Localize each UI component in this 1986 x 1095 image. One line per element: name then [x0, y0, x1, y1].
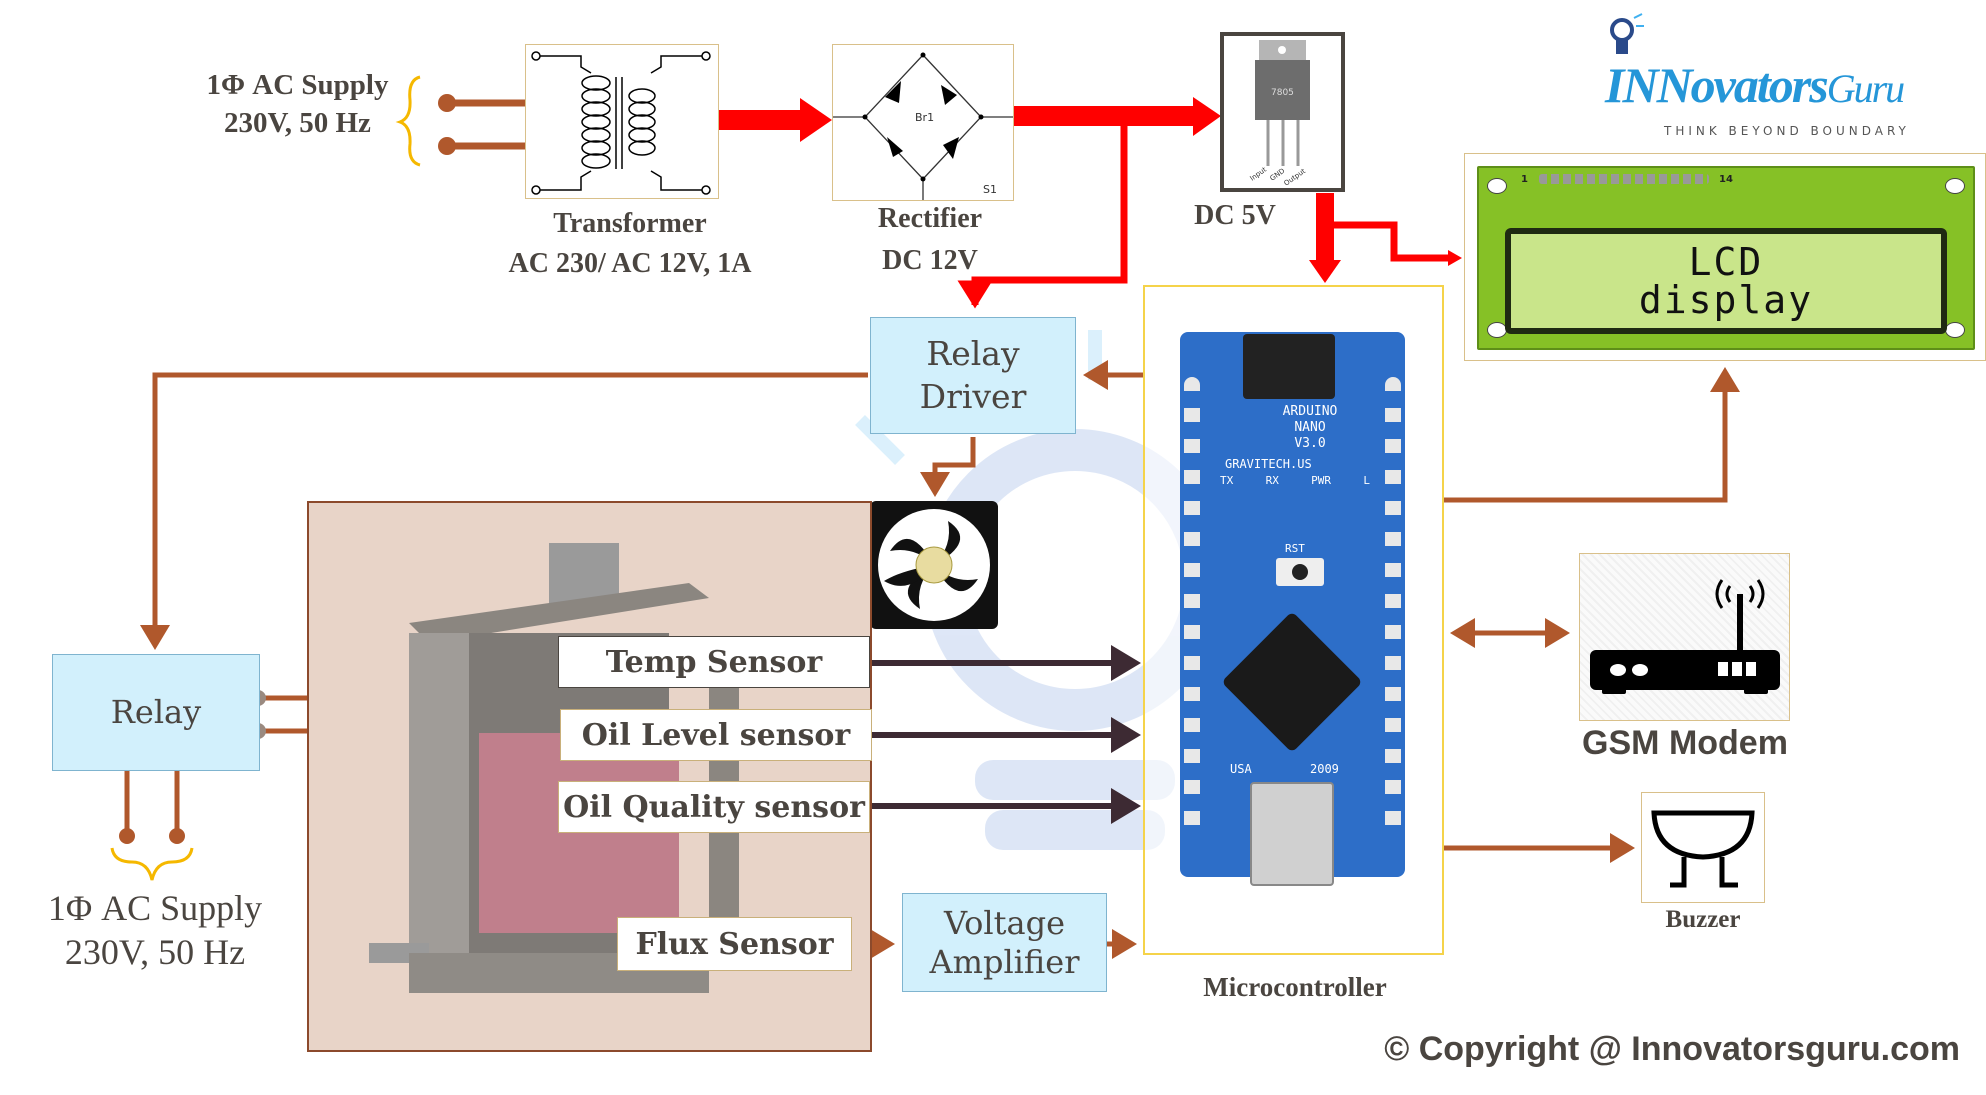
router-antenna-icon — [1590, 579, 1780, 694]
buzzer-icon — [1651, 810, 1755, 888]
led-label-l: L — [1363, 474, 1370, 487]
bridge-rectifier-icon: Br1 S1 — [833, 52, 1013, 200]
microcontroller-block[interactable]: ARDUINO NANO V3.0 GRAVITECH.US TX RX PWR… — [1143, 285, 1444, 955]
left-pin-row — [1184, 377, 1200, 837]
gsm-modem-block[interactable] — [1579, 553, 1790, 721]
logo-brand-first: INNovators — [1605, 57, 1829, 113]
transformer-label: Transformer AC 230/ AC 12V, 1A — [508, 208, 752, 279]
regulator-chip-icon: 7805 Input GND Output — [1249, 40, 1310, 188]
led-label-tx: TX — [1220, 474, 1234, 487]
transformer-block[interactable] — [525, 44, 719, 199]
relay-block[interactable]: Relay — [52, 654, 260, 771]
led-label-pwr: PWR — [1311, 474, 1332, 487]
lcd-mount-hole — [1487, 178, 1507, 194]
lcd-line-1: LCD — [1688, 240, 1764, 284]
led-label-rx: RX — [1265, 474, 1279, 487]
board-vendor: GRAVITECH.US — [1225, 457, 1312, 471]
ac-supply-top-label: 1Φ AC Supply 230V, 50 Hz — [206, 69, 389, 139]
svg-text:Input: Input — [1249, 166, 1269, 183]
lcd-screen: LCD display — [1511, 234, 1941, 328]
bulb-logo-icon — [1610, 13, 1644, 54]
rectifier-block[interactable]: Br1 S1 — [832, 44, 1014, 201]
lcd-mount-hole — [1487, 322, 1507, 338]
oil-quality-sensor-block[interactable]: Oil Quality sensor — [558, 781, 870, 833]
ac-supply-bottom-label: 1Φ AC Supply 230V, 50 Hz — [47, 888, 263, 972]
lcd-pin-header — [1539, 174, 1709, 184]
lcd-pin-start: 1 — [1521, 174, 1528, 185]
temp-sensor-block[interactable]: Temp Sensor — [558, 636, 870, 688]
voltage-regulator-block[interactable]: 7805 Input GND Output — [1220, 32, 1345, 192]
board-country: USA — [1230, 762, 1252, 776]
icsp-header — [1243, 334, 1335, 399]
transformer-symbol-icon — [531, 51, 711, 195]
microcontroller-label: Microcontroller — [1203, 972, 1387, 1002]
lcd-line-2: display — [1638, 278, 1814, 322]
reset-button[interactable] — [1276, 558, 1324, 586]
copyright-footer: © Copyright @ Innovatorsguru.com — [1384, 1030, 1960, 1068]
board-name-2: NANO — [1294, 420, 1326, 435]
board-year: 2009 — [1310, 762, 1339, 776]
brace-bottom-icon — [110, 847, 194, 881]
svg-text:7805: 7805 — [1271, 88, 1294, 98]
gsm-modem-label: GSM Modem — [1582, 724, 1788, 762]
board-name-1: ARDUINO — [1282, 404, 1338, 419]
rectifier-label: Rectifier DC 12V — [877, 203, 983, 276]
logo-tagline: THINK BEYOND BOUNDARY — [1664, 124, 1910, 138]
atmega-chip — [1221, 611, 1363, 753]
logo-brand-second: Guru — [1826, 66, 1905, 111]
fan-icon — [878, 509, 990, 621]
svg-text:S1: S1 — [983, 183, 997, 196]
svg-text:Output: Output — [1283, 167, 1308, 188]
reset-label: RST — [1285, 542, 1305, 555]
innovatorsguru-logo[interactable]: INNovatorsGuru THINK BEYOND BOUNDARY — [1600, 12, 1920, 140]
cooling-fan[interactable] — [870, 501, 998, 629]
board-version: V3.0 — [1294, 436, 1326, 451]
mini-usb-port — [1250, 782, 1334, 886]
voltage-amplifier-block[interactable]: Voltage Amplifier — [902, 893, 1107, 992]
right-pin-row — [1385, 377, 1401, 837]
svg-text:Br1: Br1 — [915, 111, 934, 124]
buzzer-block[interactable] — [1641, 792, 1765, 903]
regulator-output-label: DC 5V — [1194, 200, 1276, 231]
oil-level-sensor-block[interactable]: Oil Level sensor — [560, 709, 872, 761]
lcd-mount-hole — [1945, 322, 1965, 338]
lcd-display-block[interactable]: 1 14 LCD display — [1464, 153, 1986, 361]
relay-driver-block[interactable]: Relay Driver — [870, 317, 1076, 434]
flux-sensor-block[interactable]: Flux Sensor — [617, 917, 852, 971]
arduino-nano-board: ARDUINO NANO V3.0 GRAVITECH.US TX RX PWR… — [1180, 332, 1405, 886]
lcd-pin-end: 14 — [1719, 174, 1733, 185]
lcd-mount-hole — [1945, 178, 1965, 194]
buzzer-label: Buzzer — [1665, 906, 1741, 933]
